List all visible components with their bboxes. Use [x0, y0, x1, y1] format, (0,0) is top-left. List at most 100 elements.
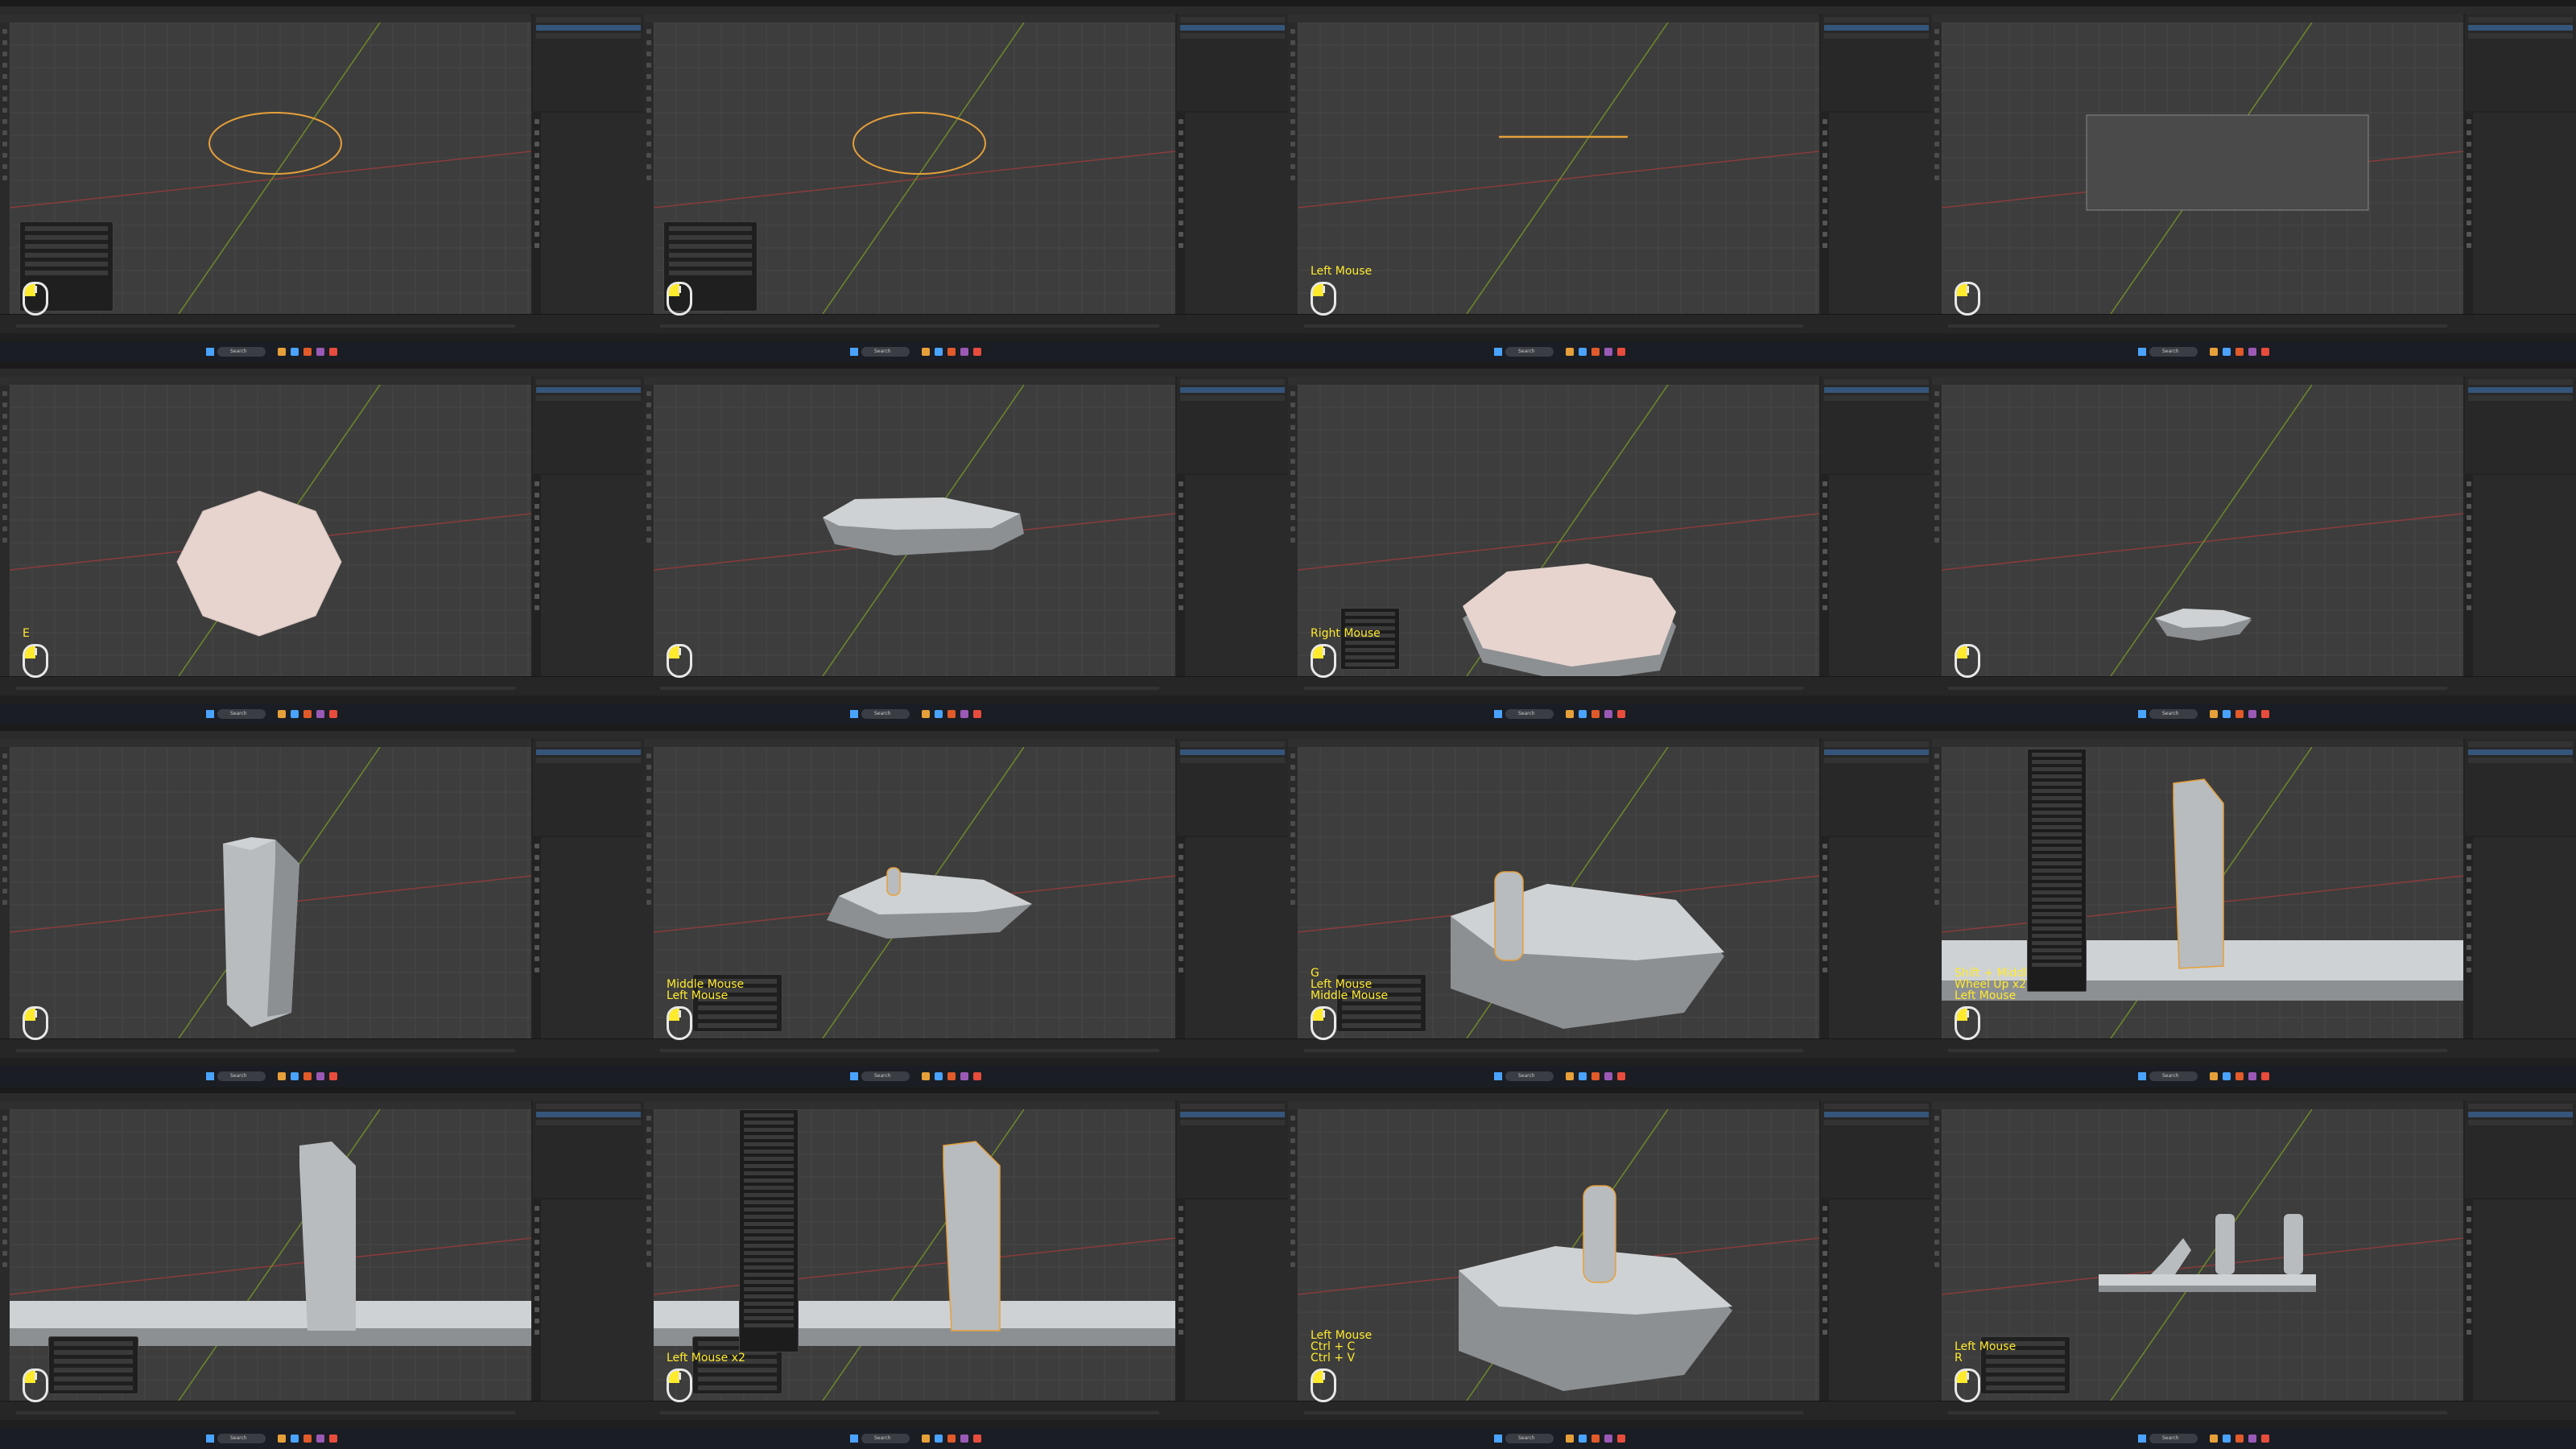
tool-icon[interactable]: [1290, 459, 1295, 464]
outliner-row[interactable]: [2468, 17, 2573, 23]
tool-icon[interactable]: [1290, 119, 1295, 124]
properties-panel[interactable]: [1821, 113, 1932, 314]
properties-tab-icon[interactable]: [1823, 481, 1827, 486]
tool-icon[interactable]: [2, 142, 7, 147]
taskbar-app-icon[interactable]: [2223, 710, 2231, 718]
tool-icon[interactable]: [646, 108, 651, 113]
timeline[interactable]: [1288, 314, 1932, 334]
taskbar-app-icon[interactable]: [2261, 348, 2269, 356]
properties-tab-icon[interactable]: [1823, 844, 1827, 848]
properties-tab-icon[interactable]: [1179, 119, 1183, 124]
tool-icon[interactable]: [2, 130, 7, 135]
tool-icon[interactable]: [1290, 1195, 1295, 1199]
tool-icon[interactable]: [1934, 414, 1939, 419]
tool-icon[interactable]: [1934, 1172, 1939, 1177]
properties-tab-icon[interactable]: [2467, 866, 2471, 871]
windows-start-icon[interactable]: [206, 710, 214, 718]
tool-icon[interactable]: [1290, 1161, 1295, 1166]
windows-start-icon[interactable]: [2138, 710, 2146, 718]
outliner-row[interactable]: [1180, 741, 1285, 747]
tool-icon[interactable]: [1290, 175, 1295, 180]
tool-icon[interactable]: [646, 526, 651, 531]
tool-icon[interactable]: [1290, 538, 1295, 543]
properties-tab-icon[interactable]: [1179, 515, 1183, 520]
properties-tab-icon[interactable]: [2467, 549, 2471, 554]
tool-icon[interactable]: [2, 459, 7, 464]
tool-icon[interactable]: [1934, 40, 1939, 45]
tool-icon[interactable]: [2, 1240, 7, 1245]
tool-icon[interactable]: [646, 753, 651, 758]
tool-icon[interactable]: [1290, 1206, 1295, 1211]
tool-shelf[interactable]: [1932, 385, 1942, 676]
taskbar-app-icon[interactable]: [1566, 348, 1574, 356]
properties-tab-icon[interactable]: [2467, 232, 2471, 237]
tool-icon[interactable]: [2, 1127, 7, 1132]
properties-tab-icon[interactable]: [1823, 164, 1827, 169]
tool-icon[interactable]: [1290, 448, 1295, 452]
properties-tabs[interactable]: [533, 475, 541, 676]
tool-icon[interactable]: [2, 821, 7, 826]
outliner-row[interactable]: [536, 33, 641, 39]
tool-shelf[interactable]: [0, 23, 10, 314]
tool-icon[interactable]: [1934, 1217, 1939, 1222]
tool-icon[interactable]: [1934, 1206, 1939, 1211]
properties-tabs[interactable]: [1821, 837, 1829, 1038]
taskbar-app-icon[interactable]: [973, 1435, 981, 1443]
tool-shelf[interactable]: [644, 385, 654, 676]
taskbar-app-icon[interactable]: [2235, 1072, 2244, 1080]
tool-icon[interactable]: [2, 1172, 7, 1177]
properties-tab-icon[interactable]: [535, 198, 539, 203]
tool-icon[interactable]: [2, 391, 7, 396]
tool-icon[interactable]: [646, 1116, 651, 1121]
properties-tab-icon[interactable]: [1179, 504, 1183, 509]
properties-tab-icon[interactable]: [1179, 549, 1183, 554]
taskbar-app-icon[interactable]: [291, 710, 299, 718]
tool-icon[interactable]: [646, 1150, 651, 1154]
outliner-row[interactable]: [1180, 1120, 1285, 1125]
tool-icon[interactable]: [1934, 877, 1939, 882]
outliner-row[interactable]: [536, 1104, 641, 1109]
tool-icon[interactable]: [1290, 391, 1295, 396]
properties-panel[interactable]: [2465, 837, 2576, 1038]
timeline[interactable]: [0, 1401, 644, 1421]
properties-tabs[interactable]: [2465, 837, 2473, 1038]
outliner-row[interactable]: [1180, 1104, 1285, 1109]
properties-tab-icon[interactable]: [1823, 538, 1827, 543]
properties-tab-icon[interactable]: [1179, 175, 1183, 180]
tool-icon[interactable]: [2, 40, 7, 45]
outliner-row[interactable]: [1180, 749, 1285, 755]
outliner-row[interactable]: [536, 1120, 641, 1125]
tool-icon[interactable]: [2, 799, 7, 803]
taskbar-app-icon[interactable]: [1591, 710, 1600, 718]
tool-icon[interactable]: [1290, 63, 1295, 68]
properties-tab-icon[interactable]: [1179, 1296, 1183, 1301]
tool-icon[interactable]: [1934, 844, 1939, 848]
outliner-row[interactable]: [2468, 33, 2573, 39]
tool-icon[interactable]: [2, 900, 7, 905]
outliner-row[interactable]: [1180, 17, 1285, 23]
outliner-row[interactable]: [2468, 749, 2573, 755]
tool-icon[interactable]: [1290, 753, 1295, 758]
tool-icon[interactable]: [2, 74, 7, 79]
taskbar-search[interactable]: Search: [2149, 347, 2198, 357]
tool-icon[interactable]: [1934, 889, 1939, 894]
viewport-header[interactable]: [1932, 14, 2463, 23]
properties-tab-icon[interactable]: [1823, 945, 1827, 950]
taskbar-app-icon[interactable]: [947, 348, 956, 356]
properties-tab-icon[interactable]: [1179, 572, 1183, 576]
tool-icon[interactable]: [1934, 142, 1939, 147]
outliner-row[interactable]: [536, 25, 641, 31]
tool-icon[interactable]: [1290, 493, 1295, 497]
properties-tab-icon[interactable]: [2467, 493, 2471, 497]
tool-icon[interactable]: [646, 832, 651, 837]
outliner-panel[interactable]: [533, 14, 644, 111]
properties-tab-icon[interactable]: [1823, 153, 1827, 158]
properties-tab-icon[interactable]: [1823, 877, 1827, 882]
taskbar-app-icon[interactable]: [1604, 710, 1612, 718]
outliner-panel[interactable]: [2465, 377, 2576, 473]
properties-panel[interactable]: [1177, 837, 1288, 1038]
tool-icon[interactable]: [1934, 493, 1939, 497]
properties-panel[interactable]: [533, 113, 644, 314]
properties-tab-icon[interactable]: [1179, 538, 1183, 543]
properties-tab-icon[interactable]: [1179, 1217, 1183, 1222]
